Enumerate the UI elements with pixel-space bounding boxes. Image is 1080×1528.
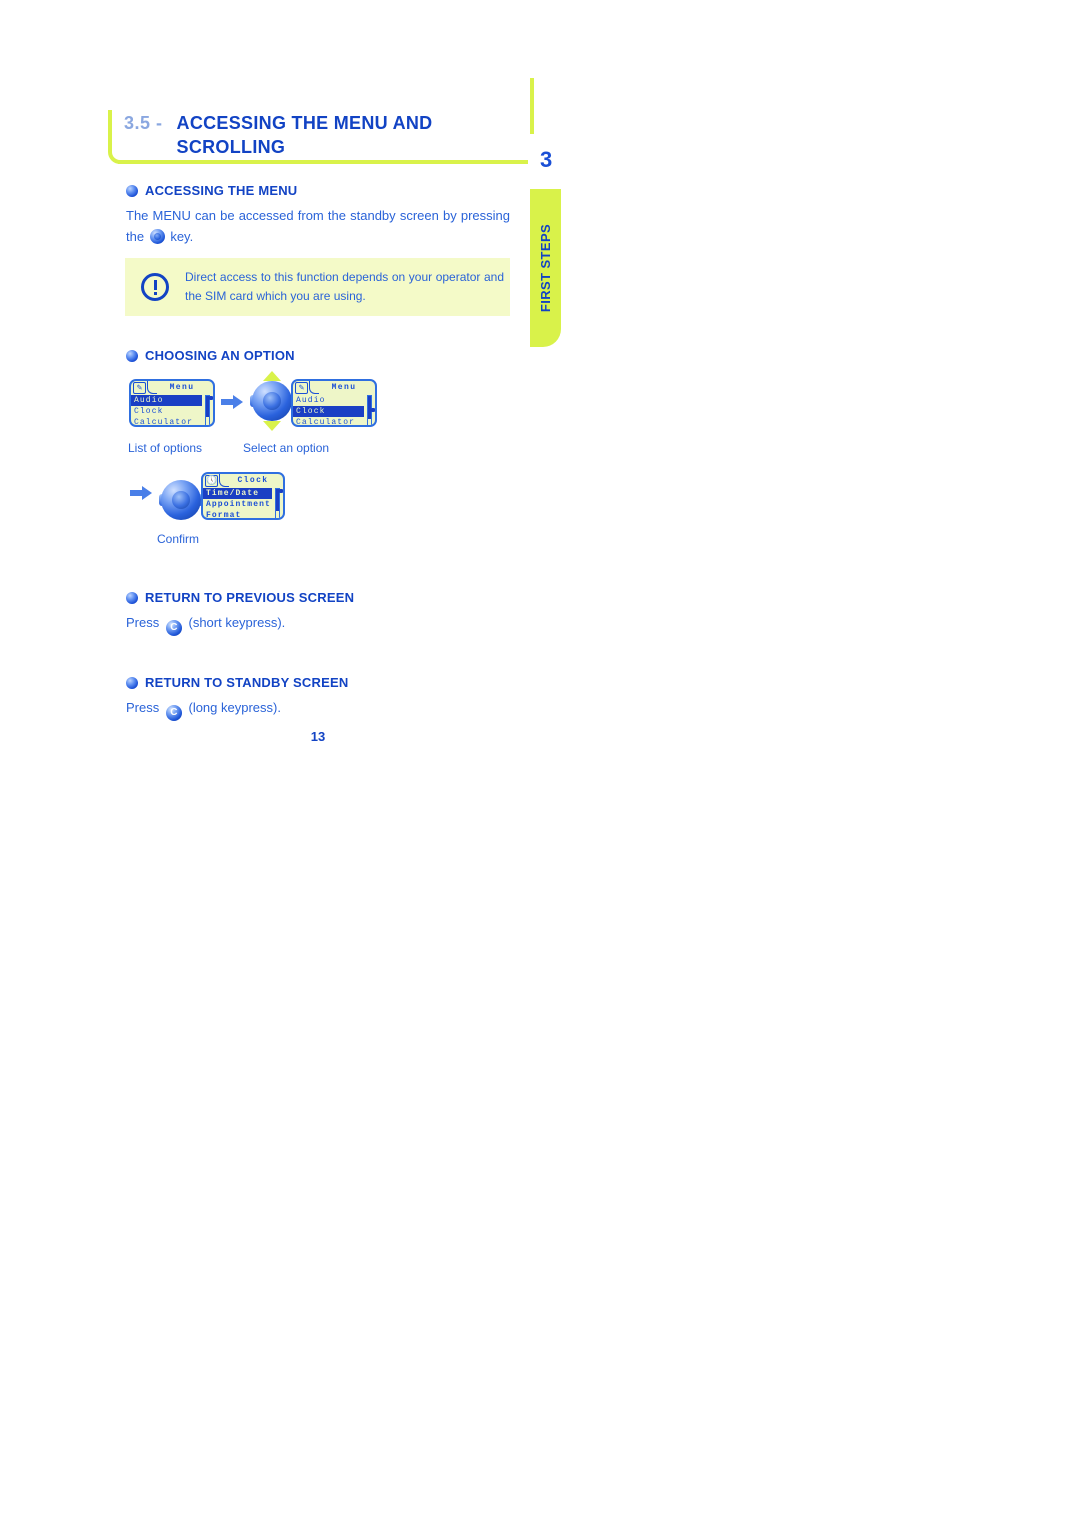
caption-select-an-option: Select an option [243, 441, 330, 455]
bullet-sphere-icon [126, 184, 138, 197]
caption-confirm: Confirm [157, 532, 200, 546]
page-title-block: 3.5 - ACCESSING THE MENU AND SCROLLING [108, 108, 528, 174]
lcd-title: Menu [331, 383, 357, 392]
section-heading-return-to-previous-screen: RETURN TO PREVIOUS SCREEN [126, 590, 354, 605]
lcd-row[interactable]: Audio [131, 395, 202, 406]
chapter-side-tab: 3 FIRST STEPS [530, 78, 570, 347]
phone-screen-menu-clock: ✎ Menu Audio Clock Calculator [291, 379, 377, 427]
paragraph-text-after-icon: (long keypress). [188, 700, 281, 715]
ok-key-icon[interactable] [161, 480, 201, 520]
document-page: 3 FIRST STEPS 3.5 - ACCESSING THE MENU A… [0, 0, 1080, 1528]
lcd-row[interactable]: Clock [293, 406, 364, 417]
clear-key-icon: C [165, 705, 182, 721]
caption-list-of-options: List of options [128, 441, 203, 455]
chapter-label: FIRST STEPS [538, 223, 553, 313]
paragraph-text-after-icon: (short keypress). [188, 615, 286, 630]
phone-screen-clock: 🕔 Clock Time/Date Appointment Format [201, 472, 285, 520]
paragraph-text-before-icon: Press [126, 615, 160, 630]
pencil-icon: ✎ [133, 382, 146, 394]
navigation-pad-confirm[interactable] [159, 470, 203, 530]
triangle-down-icon[interactable] [263, 421, 281, 431]
heading-underline-decoration [118, 160, 528, 164]
lcd-tab-curve [219, 474, 229, 487]
lcd-title: Menu [169, 383, 195, 392]
bullet-sphere-icon [126, 349, 138, 362]
paragraph-text-before-icon: Press [126, 700, 160, 715]
lcd-row-list: Audio Clock Calculator [293, 394, 375, 425]
exclamation-circle-icon [141, 273, 169, 301]
section-heading-label: RETURN TO PREVIOUS SCREEN [145, 590, 355, 605]
section-heading-accessing-the-menu: ACCESSING THE MENU [126, 183, 297, 198]
round-key-icon [149, 229, 165, 245]
lcd-row[interactable]: Format [203, 510, 272, 518]
paragraph-accessing-the-menu: The MENU can be accessed from the standb… [126, 205, 510, 247]
side-tab-stem [530, 78, 534, 134]
lcd-scroll-marker [209, 396, 213, 400]
bullet-sphere-icon [126, 591, 138, 604]
lcd-row[interactable]: Calculator [131, 417, 202, 425]
lcd-titlebar: 🕔 Clock [203, 474, 283, 487]
note-text: Direct access to this function depends o… [185, 270, 504, 303]
lcd-titlebar: ✎ Menu [131, 381, 213, 394]
section-heading-label: RETURN TO STANDBY SCREEN [145, 675, 349, 690]
heading-row: 3.5 - ACCESSING THE MENU AND SCROLLING [124, 112, 524, 160]
paragraph-return-to-previous-screen: Press C (short keypress). [126, 612, 510, 636]
lcd-row[interactable]: Clock [131, 406, 202, 417]
note-box: Direct access to this function depends o… [125, 258, 510, 316]
flow-arrow-icon [130, 486, 152, 500]
clear-key-icon: C [165, 620, 182, 636]
section-heading-label: ACCESSING THE MENU [145, 183, 298, 198]
navigation-pad[interactable] [250, 371, 294, 431]
lcd-row[interactable]: Audio [293, 395, 364, 406]
lcd-titlebar: ✎ Menu [293, 381, 375, 394]
lcd-row-list: Time/Date Appointment Format [203, 487, 283, 518]
lcd-tab-curve [147, 381, 157, 394]
lcd-tab-curve [309, 381, 319, 394]
pencil-icon: ✎ [295, 382, 308, 394]
side-tab-body: FIRST STEPS [530, 189, 561, 347]
section-heading-choosing-an-option: CHOOSING AN OPTION [126, 348, 295, 363]
flow-arrow-icon [221, 395, 243, 409]
lcd-row[interactable]: Calculator [293, 417, 364, 425]
section-number: 3.5 - [124, 113, 163, 133]
chapter-number: 3 [540, 147, 553, 172]
section-heading-label: CHOOSING AN OPTION [145, 348, 295, 363]
clock-icon: 🕔 [205, 475, 218, 487]
heading-bracket-decoration [108, 110, 120, 164]
page-title: ACCESSING THE MENU AND SCROLLING [176, 113, 433, 157]
bullet-sphere-icon [126, 676, 138, 689]
section-heading-return-to-standby-screen: RETURN TO STANDBY SCREEN [126, 675, 348, 690]
lcd-row-list: Audio Clock Calculator [131, 394, 213, 425]
paragraph-text-after-icon: key. [170, 229, 194, 245]
lcd-title: Clock [237, 476, 269, 485]
triangle-up-icon[interactable] [263, 371, 281, 381]
lcd-row[interactable]: Time/Date [203, 488, 272, 499]
lcd-scroll-marker [371, 408, 375, 412]
page-number: 13 [310, 729, 326, 744]
lcd-scroll-marker [279, 489, 283, 493]
lcd-row[interactable]: Appointment [203, 499, 272, 510]
paragraph-return-to-standby-screen: Press C (long keypress). [126, 697, 510, 721]
phone-screen-menu-audio: ✎ Menu Audio Clock Calculator [129, 379, 215, 427]
ok-key-icon[interactable] [252, 381, 292, 421]
